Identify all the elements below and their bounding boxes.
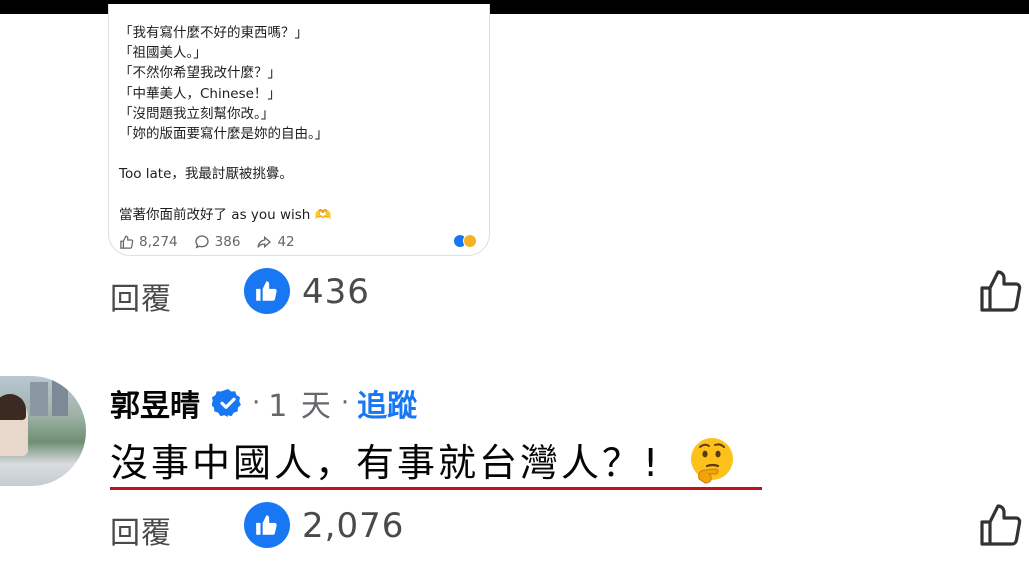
comment-underline bbox=[110, 487, 762, 490]
share-arrow-icon bbox=[257, 235, 272, 249]
thumbs-up-icon bbox=[256, 515, 277, 535]
post-like-count: 8,274 bbox=[139, 234, 178, 250]
post-line: Too late，我最討厭被挑釁。 bbox=[119, 166, 293, 183]
comment-text: 沒事中國人，有事就台灣人？! bbox=[110, 441, 662, 485]
comment-author-name[interactable]: 郭昱晴 bbox=[110, 381, 200, 425]
like-count: 436 bbox=[302, 272, 370, 312]
thinking-face-icon bbox=[691, 437, 734, 484]
comment-action-row: 回覆 436 bbox=[0, 266, 1029, 318]
post-line: 「我有寫什麼不好的東西嗎？」 bbox=[119, 25, 308, 41]
follow-button[interactable]: 追蹤 bbox=[357, 381, 417, 425]
comment-action-row: 回覆 2,076 bbox=[0, 500, 1029, 552]
like-reaction-badge[interactable] bbox=[244, 502, 290, 548]
post-line: 當著你面前改好了 as you wish 🫶 bbox=[119, 206, 332, 223]
post-line: 「祖國美人。」 bbox=[119, 45, 207, 62]
post-text: 「我有寫什麼不好的東西嗎？」 「祖國美人。」 「不然你希望我改什麼？」 「中華美… bbox=[119, 23, 479, 225]
comment-body: 沒事中國人，有事就台灣人？! bbox=[110, 432, 737, 487]
reply-button[interactable]: 回覆 bbox=[110, 508, 172, 552]
post-line: 「沒問題我立刻幫你改。」 bbox=[119, 105, 275, 122]
embedded-post-card[interactable]: 「我有寫什麼不好的東西嗎？」 「祖國美人。」 「不然你希望我改什麼？」 「中華美… bbox=[108, 4, 490, 256]
comment-time[interactable]: 1 天 bbox=[268, 381, 333, 425]
post-reactions bbox=[453, 234, 477, 248]
like-outline-icon[interactable] bbox=[976, 502, 1024, 550]
like-reaction-badge[interactable] bbox=[244, 268, 290, 314]
reply-button[interactable]: 回覆 bbox=[110, 274, 172, 318]
avatar[interactable] bbox=[0, 376, 86, 486]
like-count: 2,076 bbox=[302, 506, 405, 546]
post-line: 「不然你希望我改什麼？」 bbox=[119, 65, 281, 82]
verified-badge-icon bbox=[212, 389, 241, 417]
post-share-count: 42 bbox=[277, 234, 295, 250]
separator-dot: · bbox=[252, 388, 261, 418]
comment-bubble-icon bbox=[194, 235, 209, 249]
thumbs-up-outline-icon bbox=[120, 235, 134, 249]
post-line: 「中華美人，Chinese！」 bbox=[119, 85, 281, 102]
post-like-stat[interactable]: 8,274 bbox=[119, 234, 178, 250]
post-comment-count: 386 bbox=[214, 234, 241, 250]
comment-header: 郭昱晴 · 1 天 · 追蹤 bbox=[110, 381, 417, 425]
post-line: 「妳的版面要寫什麼是妳的自由。」 bbox=[119, 125, 329, 142]
post-comment-stat[interactable]: 386 bbox=[194, 234, 241, 250]
post-stats: 8,274 386 42 bbox=[119, 232, 484, 252]
thumbs-up-icon bbox=[256, 281, 277, 301]
post-share-stat[interactable]: 42 bbox=[256, 234, 295, 250]
like-outline-icon[interactable] bbox=[976, 268, 1024, 316]
haha-reaction-icon bbox=[463, 234, 477, 248]
separator-dot: · bbox=[340, 388, 350, 418]
